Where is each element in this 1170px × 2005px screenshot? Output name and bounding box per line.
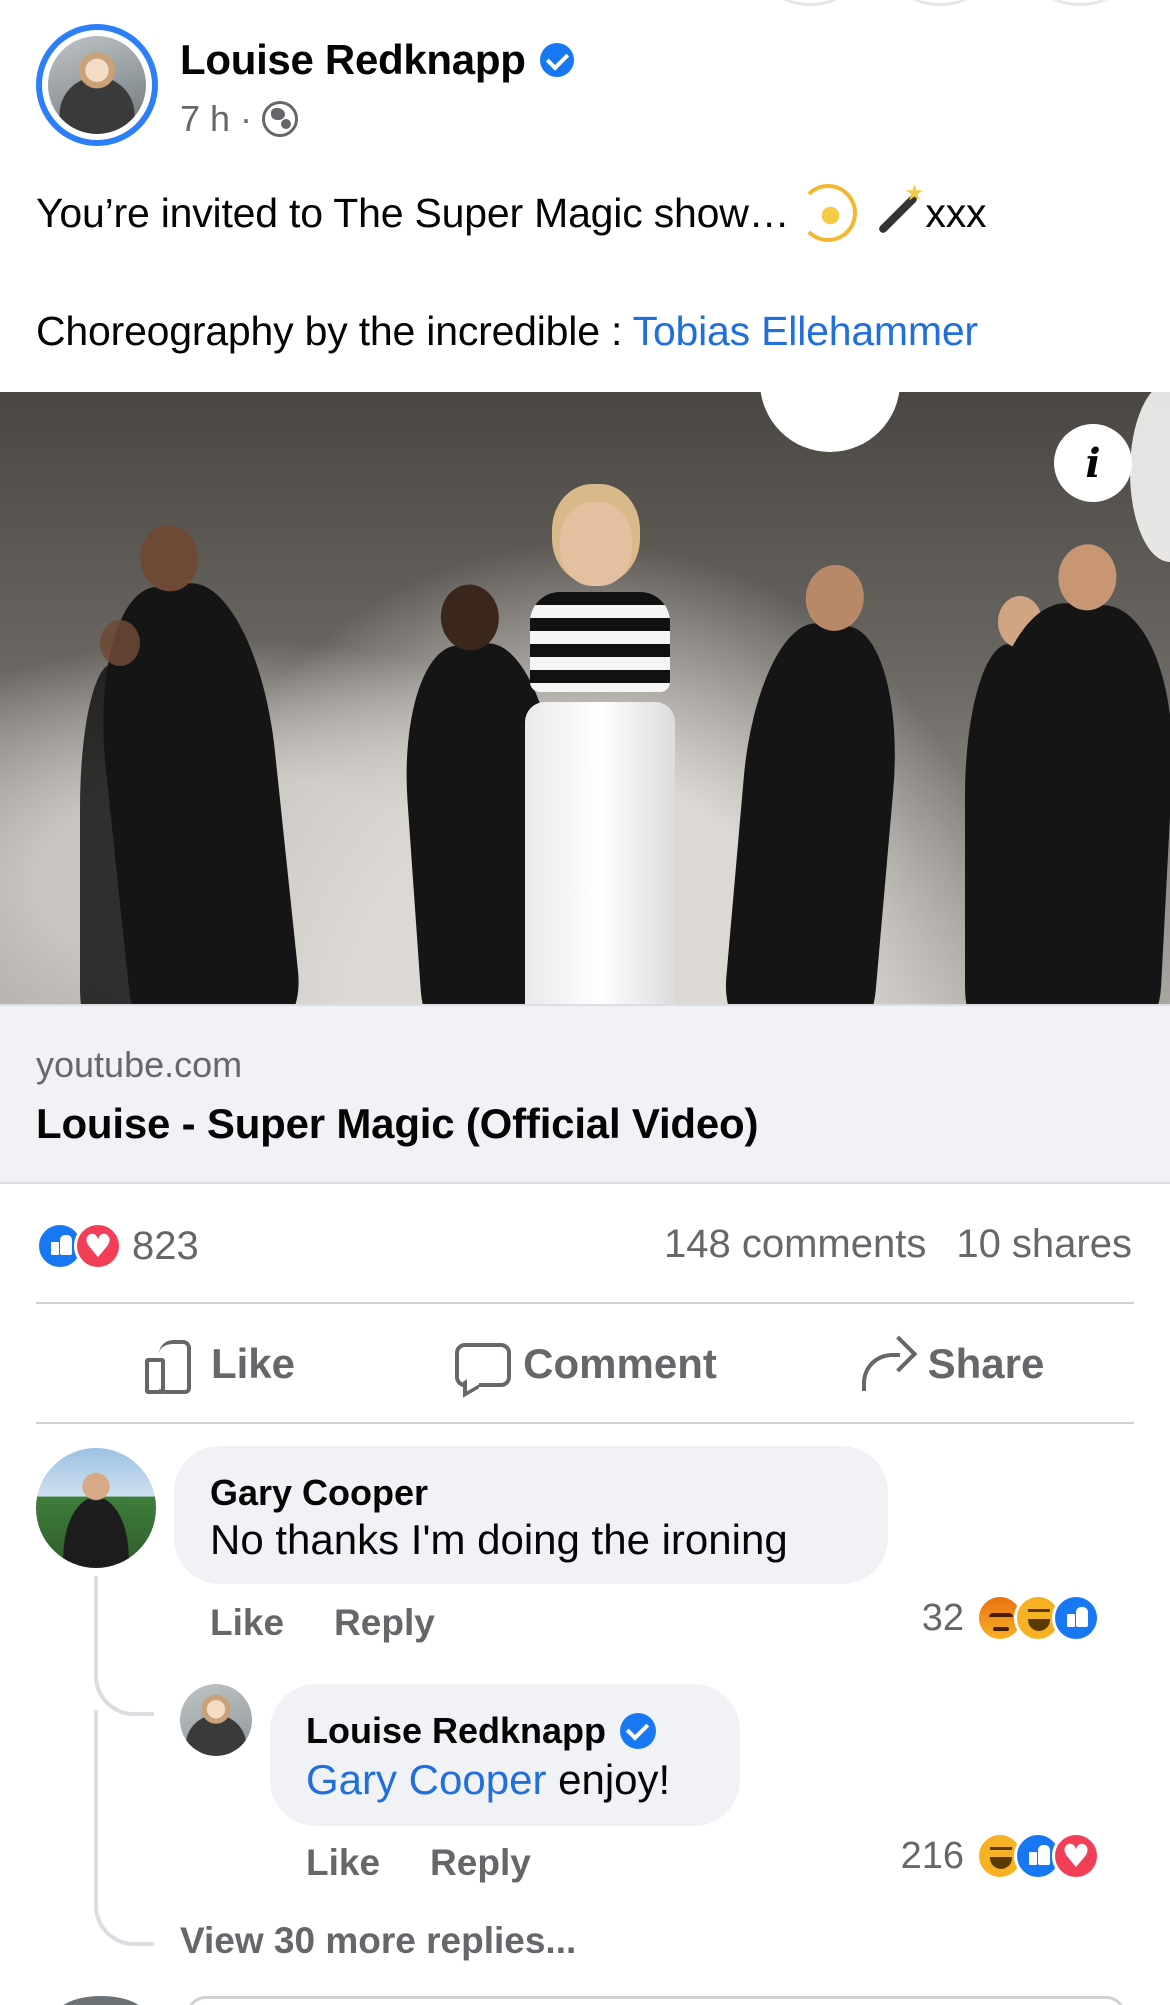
love-reaction-icon <box>74 1222 122 1270</box>
reply-like-button[interactable]: Like <box>306 1842 380 1884</box>
reply-bubble <box>270 1684 740 1826</box>
magic-wand-icon <box>867 184 925 242</box>
like-label: Like <box>210 1340 296 1387</box>
comment-text: No thanks I'm doing the ironing <box>210 1516 788 1563</box>
reply-reactions[interactable]: 216 <box>901 1832 1100 1880</box>
globe-icon <box>262 101 299 137</box>
verified-badge-icon <box>539 43 574 77</box>
post-text-suffix: xxx <box>925 189 987 236</box>
comment-reply-button[interactable]: Reply <box>334 1602 435 1644</box>
view-more-replies-link[interactable]: View 30 more replies... <box>180 1920 576 1962</box>
reply-thread-line <box>94 1710 154 1946</box>
next-comment-avatar <box>56 1996 146 2005</box>
comment-label: Comment <box>523 1340 717 1387</box>
video-singer-figure <box>525 502 675 1004</box>
info-icon[interactable]: i <box>1054 424 1132 502</box>
author-name-text[interactable]: Louise Redknapp <box>180 36 526 84</box>
verified-badge-icon <box>620 1713 657 1749</box>
divider <box>36 1422 1134 1424</box>
love-reaction-icon <box>1052 1832 1100 1880</box>
reply-thread-line <box>94 1576 154 1716</box>
like-reaction-icon <box>1052 1594 1100 1642</box>
next-comment-bubble <box>186 1996 1126 2005</box>
dizzy-icon <box>799 184 858 242</box>
comment-reaction-count: 32 <box>921 1596 964 1639</box>
reply-reaction-count: 216 <box>900 1834 964 1877</box>
comment-like-button[interactable]: Like <box>210 1602 284 1644</box>
post-text-main: You’re invited to The Super Magic show… <box>36 189 790 236</box>
reaction-count: 823 <box>132 1223 199 1268</box>
post-action-bar: Like Comment Share <box>36 1304 1134 1424</box>
link-preview-card[interactable] <box>0 1004 1170 1184</box>
comment-author[interactable]: Gary Cooper <box>210 1472 428 1514</box>
post-text-line1: You’re invited to The Super Magic show… … <box>36 184 987 242</box>
reply-text-body: enjoy! <box>546 1756 671 1803</box>
choreography-text: Choreography by the incredible : <box>36 308 633 354</box>
post-time[interactable]: 7 h <box>180 98 230 140</box>
comment-bubble-icon <box>453 1339 512 1389</box>
link-title[interactable]: Louise - Super Magic (Official Video) <box>36 1100 758 1148</box>
commenter-avatar[interactable] <box>36 1448 156 1568</box>
choreographer-link[interactable]: Tobias Ellehammer <box>633 308 978 354</box>
comment-actions: Like Reply <box>210 1602 435 1644</box>
link-domain: youtube.com <box>36 1044 243 1085</box>
post-author[interactable]: Louise Redknapp <box>180 36 574 84</box>
shares-count[interactable]: 10 shares <box>956 1222 1132 1267</box>
top-cropped-reactions <box>0 0 1170 10</box>
share-button[interactable]: Share <box>768 1304 1134 1424</box>
reply-author-name[interactable]: Louise Redknapp <box>306 1710 606 1752</box>
mention-link[interactable]: Gary Cooper <box>306 1756 546 1803</box>
video-thumbnail[interactable] <box>0 392 1170 1004</box>
post-meta: 7 h · <box>180 98 299 140</box>
reply-text: Gary Cooper enjoy! <box>306 1756 670 1804</box>
like-button[interactable]: Like <box>36 1304 402 1424</box>
reply-actions: Like Reply <box>306 1842 531 1884</box>
reply-author-avatar[interactable] <box>180 1684 252 1756</box>
engagement-counts: 148 comments 10 shares <box>664 1222 1132 1267</box>
reply-author[interactable]: Louise Redknapp <box>306 1710 657 1752</box>
reaction-summary[interactable]: 823 <box>36 1222 199 1270</box>
comments-count[interactable]: 148 comments <box>664 1222 926 1267</box>
post-text-line2: Choreography by the incredible : Tobias … <box>36 308 978 355</box>
reply-reply-button[interactable]: Reply <box>430 1842 531 1884</box>
share-label: Share <box>927 1340 1045 1387</box>
meta-separator: · <box>240 98 253 139</box>
thumbs-up-icon <box>143 1338 195 1394</box>
author-avatar[interactable] <box>36 24 158 146</box>
comment-reactions[interactable]: 32 <box>922 1594 1100 1642</box>
share-arrow-icon <box>858 1339 912 1391</box>
reaction-icons <box>36 1222 122 1270</box>
comment-button[interactable]: Comment <box>402 1304 768 1424</box>
